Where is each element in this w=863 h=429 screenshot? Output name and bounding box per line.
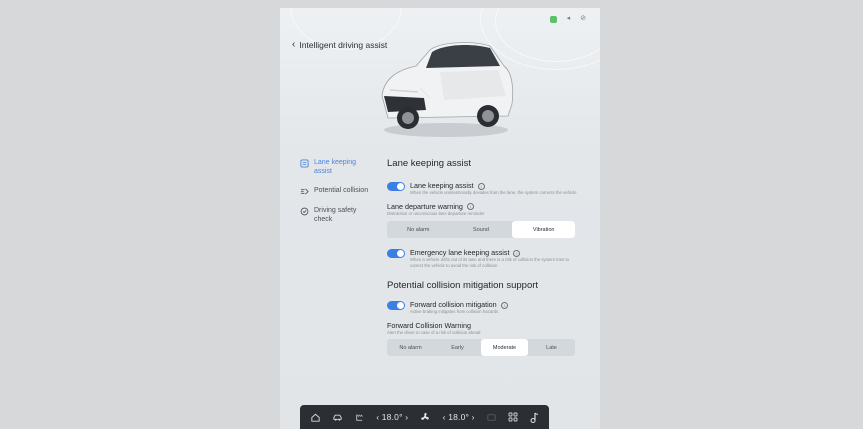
sidebar: Lane keeping assist Potential collision … [300, 158, 372, 234]
right-temp-control[interactable]: ‹ 18.0° › [443, 412, 475, 422]
chevron-left-icon: ‹ [292, 39, 296, 50]
lka-toggle[interactable] [387, 182, 405, 191]
link-icon: ⊘ [580, 15, 586, 22]
info-icon[interactable]: i [466, 203, 474, 211]
sidebar-item-potential-collision[interactable]: Potential collision [300, 186, 372, 196]
lka-label: Lane keeping assist [410, 181, 474, 190]
right-temp-value: 18.0° [448, 412, 470, 422]
ldw-option-vibration[interactable]: Vibration [512, 221, 575, 238]
elka-toggle[interactable] [387, 249, 405, 258]
elka-desc: When a vehicle drifts out of its lane an… [410, 257, 570, 268]
ldw-desc: Distraction or unconscious lane departur… [387, 210, 485, 216]
fcm-desc: Active braking mitigates from collision … [410, 309, 499, 314]
collision-icon [300, 188, 309, 195]
section-title-lane: Lane keeping assist [387, 158, 471, 169]
lka-desc: When the vehicle unintentionally deviate… [410, 190, 577, 195]
status-bar: ◂ ⊘ [549, 15, 586, 23]
fcw-segmented-control: No alarm Early Moderate Late [387, 339, 575, 356]
fcm-toggle[interactable] [387, 301, 405, 310]
ldw-setting: Lane departure warning i Distraction or u… [387, 201, 577, 238]
sidebar-item-label: Driving safety check [314, 207, 357, 223]
left-temp-increase[interactable]: › [405, 412, 408, 422]
car-screen: ◂ ⊘ ‹ Intelligent driving assist Lane ke… [280, 8, 600, 429]
fcm-setting: Forward collision mitigation i Active bra… [387, 300, 577, 315]
sidebar-item-driving-safety[interactable]: Driving safety check [300, 206, 372, 224]
elka-setting: Emergency lane keeping assist i When a ve… [387, 248, 577, 268]
fcw-option-moderate[interactable]: Moderate [481, 339, 528, 356]
elka-label: Emergency lane keeping assist [410, 248, 510, 257]
fcw-label: Forward Collision Warning [387, 320, 472, 330]
apps-icon[interactable] [508, 412, 518, 422]
right-temp-decrease[interactable]: ‹ [443, 412, 446, 422]
fcm-label: Forward collision mitigation [410, 300, 497, 309]
ldw-option-sound[interactable]: Sound [450, 221, 513, 238]
seat-heat-icon[interactable] [354, 412, 365, 423]
fcw-desc: Alert the driver in case of a risk of co… [387, 329, 481, 335]
ldw-segmented-control: No alarm Sound Vibration [387, 221, 575, 238]
ldw-label: Lane departure warning [387, 201, 463, 211]
info-icon[interactable]: i [513, 249, 521, 257]
defrost-icon[interactable] [486, 412, 497, 423]
sidebar-item-lane-keeping[interactable]: Lane keeping assist [300, 158, 372, 176]
section-title-collision: Potential collision mitigation support [387, 280, 539, 291]
fcw-option-early[interactable]: Early [434, 339, 481, 356]
sidebar-item-label: Potential collision [314, 187, 369, 194]
left-temp-value: 18.0° [381, 412, 403, 422]
left-temp-control[interactable]: ‹ 18.0° › [376, 412, 408, 422]
info-icon[interactable]: i [500, 301, 508, 309]
home-icon[interactable] [310, 412, 321, 423]
lka-setting: Lane keeping assist i When the vehicle un… [387, 181, 577, 196]
fcw-option-late[interactable]: Late [528, 339, 575, 356]
lane-icon [300, 159, 309, 168]
fan-icon[interactable] [419, 411, 431, 423]
signal-icon [549, 15, 557, 23]
shield-check-icon [300, 207, 309, 216]
fcw-setting: Forward Collision Warning Alert the driv… [387, 320, 577, 356]
sound-icon: ◂ [566, 15, 571, 22]
ldw-option-no-alarm[interactable]: No alarm [387, 221, 450, 238]
right-temp-increase[interactable]: › [472, 412, 475, 422]
left-temp-decrease[interactable]: ‹ [376, 412, 379, 422]
car-image [381, 42, 514, 137]
music-icon[interactable] [529, 412, 539, 423]
info-icon[interactable]: i [477, 182, 485, 190]
fcw-option-no-alarm[interactable]: No alarm [387, 339, 434, 356]
car-icon[interactable] [332, 412, 343, 423]
settings-panel: Lane keeping assist Lane keeping assist i… [387, 158, 577, 366]
bottom-dock: ‹ 18.0° › ‹ 18.0° › [300, 405, 549, 429]
sidebar-item-label: Lane keeping assist [314, 159, 357, 175]
